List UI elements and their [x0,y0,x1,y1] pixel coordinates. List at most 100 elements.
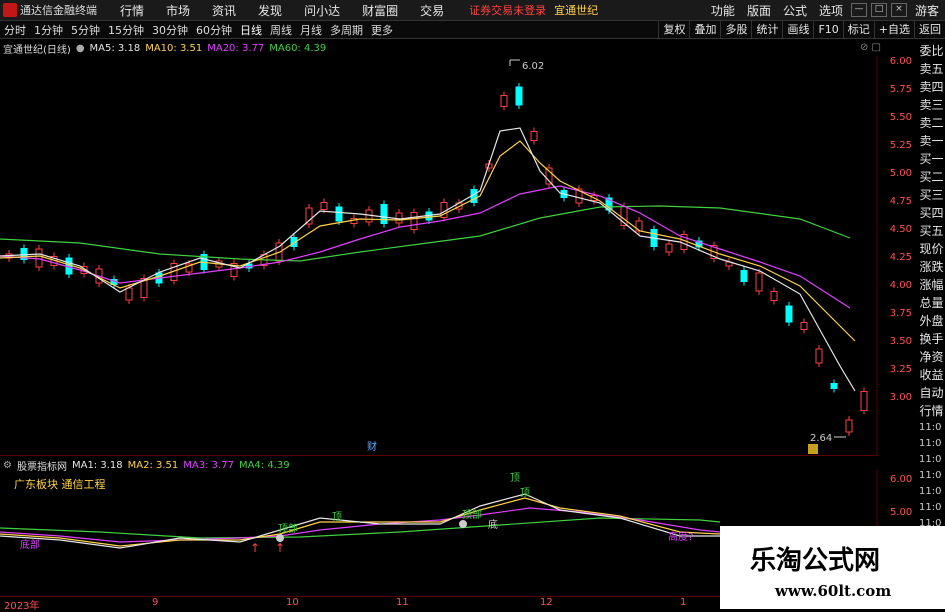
candle-body [380,204,388,224]
sidebar-item-19[interactable]: 自动 [918,384,945,402]
menu-xuanxiang[interactable]: 选项 [819,2,843,19]
tool-tongji[interactable]: 统计 [751,21,782,38]
sidebar-item-3[interactable]: 卖三 [918,96,945,114]
period-fenshi[interactable]: 分时 [4,22,26,38]
price-tick-8: 4.00 [889,280,912,291]
candle-body [335,206,343,222]
event-marker-icon[interactable] [808,444,818,454]
legend-ma5: MA5: 3.18 [89,42,141,54]
sidebar-item-4[interactable]: 卖二 [918,114,945,132]
signal-top-1: 顶 [510,472,520,484]
maximize-icon[interactable]: □ [870,3,887,17]
legend-ma20: MA20: 3.77 [207,42,265,54]
candle-body [815,348,823,364]
panel-controls[interactable]: ⊘ □ [860,42,881,53]
trough-annotation: 2.64 [810,433,846,444]
tool-fuquan[interactable]: 复权 [658,21,689,38]
signal-top-part-1: 顶部 [278,522,298,535]
sidebar-item-6[interactable]: 买一 [918,150,945,168]
sidebar-item-18[interactable]: 收益 [918,366,945,384]
signal-top-2: 顶 [520,487,530,499]
period-60min[interactable]: 60分钟 [196,22,232,38]
menu-wenxiaoda[interactable]: 问小达 [304,2,340,19]
tool-fanhui[interactable]: 返回 [914,21,945,38]
period-monthly[interactable]: 月线 [300,22,322,38]
signal-bottom: 底 [488,518,498,531]
date-tick-4: 12 [540,597,553,608]
panel-divider [0,455,878,456]
sidebar-item-15[interactable]: 外盘 [918,312,945,330]
menu-zixun[interactable]: 资讯 [212,2,236,19]
candle-body [845,419,853,433]
price-tick-3: 5.25 [889,140,912,151]
cai-marker: 财 [367,440,377,453]
price-tick-9: 3.75 [889,308,912,319]
legend-ma10: MA10: 3.51 [145,42,203,54]
login-notice[interactable]: 证券交易未登录 [469,2,546,18]
menu-gongneng[interactable]: 功能 [711,2,735,19]
sidebar-item-20[interactable]: 行情 [918,402,945,420]
menu-bar: 通达信金融终端 行情 市场 资讯 发现 问小达 财富圈 交易 证券交易未登录 宜… [0,0,945,21]
signal-trend: 高度? [668,530,693,543]
up-arrow-icon-2: ↑ [275,541,285,555]
sidebar-item-1[interactable]: 卖五 [918,60,945,78]
sidebar-item-17[interactable]: 净资 [918,348,945,366]
period-30min[interactable]: 30分钟 [152,22,188,38]
date-tick-2: 10 [286,597,299,608]
date-tick-1: 9 [152,597,159,608]
menu-caifuquan[interactable]: 财富圈 [362,2,398,19]
candle-body [395,212,403,224]
price-tick-12: 3.00 [889,392,912,403]
candle-body [770,291,778,301]
tool-zixuan[interactable]: +自选 [873,21,914,38]
menu-jiaoyi[interactable]: 交易 [420,2,444,19]
period-15min[interactable]: 15分钟 [108,22,144,38]
user-guest[interactable]: 游客 [915,2,939,19]
period-daily[interactable]: 日线 [240,22,262,38]
sidebar-item-10[interactable]: 买五 [918,222,945,240]
price-tick-2: 5.50 [889,112,912,123]
tool-huaxian[interactable]: 画线 [782,21,813,38]
price-tick-11: 3.25 [889,364,912,375]
period-weekly[interactable]: 周线 [270,22,292,38]
tool-biaoji[interactable]: 标记 [842,21,874,38]
menu-banmian[interactable]: 版面 [747,2,771,19]
tool-duogu[interactable]: 多股 [720,21,751,38]
period-multi[interactable]: 多周期 [330,22,363,38]
peak-annotation: 6.02 [509,59,544,72]
sidebar-item-16[interactable]: 换手 [918,330,945,348]
candle-body [740,270,748,282]
price-tick-0: 6.00 [889,56,912,67]
price-tick-6: 4.50 [889,224,912,235]
close-icon[interactable]: × [890,3,907,17]
gear-icon[interactable]: ⚙ [3,460,12,471]
tool-f10[interactable]: F10 [813,21,842,38]
sidebar-item-11[interactable]: 现价 [918,240,945,258]
period-5min[interactable]: 5分钟 [71,22,100,38]
candle-body [755,272,763,292]
logo-icon [3,3,17,17]
sidebar-item-8[interactable]: 买三 [918,186,945,204]
candle-body [320,202,328,210]
tool-diejia[interactable]: 叠加 [689,21,720,38]
date-axis: 2023年 9 10 11 12 1 [0,596,720,612]
sidebar-item-5[interactable]: 卖一 [918,132,945,150]
menu-faxian[interactable]: 发现 [258,2,282,19]
menu-shichang[interactable]: 市场 [166,2,190,19]
chart-title: 宜通世纪(日线) [3,44,71,56]
signal-dot-2 [459,520,467,528]
period-more[interactable]: 更多 [371,22,393,38]
period-1min[interactable]: 1分钟 [34,22,63,38]
sidebar-item-13[interactable]: 涨幅 [918,276,945,294]
sidebar-item-7[interactable]: 买二 [918,168,945,186]
menu-gongshi[interactable]: 公式 [783,2,807,19]
sidebar-item-9[interactable]: 买四 [918,204,945,222]
main-chart-legend: 宜通世纪(日线) ● MA5: 3.18 MA10: 3.51 MA20: 3.… [3,41,331,56]
minimize-icon[interactable]: — [850,3,867,17]
sidebar-item-0[interactable]: 委比 [918,42,945,60]
sidebar-item-2[interactable]: 卖四 [918,78,945,96]
sidebar-item-14[interactable]: 总量 [918,294,945,312]
menu-hangqing[interactable]: 行情 [120,2,144,19]
dropdown-icon[interactable]: ● [76,43,85,54]
sidebar-item-12[interactable]: 涨跌 [918,258,945,276]
